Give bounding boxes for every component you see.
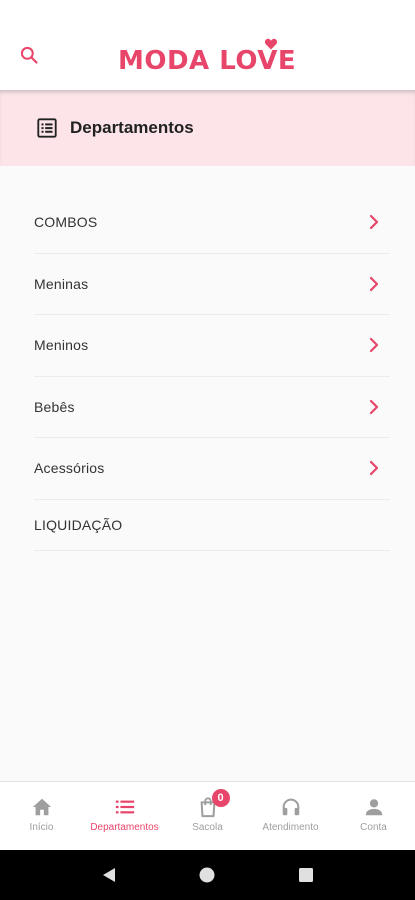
person-icon <box>365 799 382 816</box>
system-recents-button[interactable] <box>286 855 326 895</box>
search-icon <box>20 46 38 64</box>
chevron-right-icon <box>369 338 379 353</box>
category-label: COMBOS <box>34 214 98 231</box>
nav-item-inicio[interactable]: Início <box>0 782 83 850</box>
nav-label: Departamentos <box>90 822 159 833</box>
bottom-nav: Início Departamentos 0 Sacola Atendiment… <box>0 781 415 850</box>
category-label: Meninas <box>34 275 89 292</box>
system-nav-bar <box>0 850 415 900</box>
recents-icon <box>298 868 313 882</box>
cart-count-badge: 0 <box>211 789 230 807</box>
nav-label: Conta <box>360 822 387 833</box>
system-home-button[interactable] <box>187 855 227 895</box>
category-label: LIQUIDAÇÃO <box>34 516 123 533</box>
category-label: Meninos <box>34 337 89 354</box>
list-icon <box>115 800 134 814</box>
heart-icon <box>264 38 278 50</box>
app-screen: MODA LOVE Departamentos COMBOS Meninas M… <box>0 0 415 900</box>
category-list: COMBOS Meninas Meninos Bebês Acessórios … <box>0 192 415 551</box>
nav-label: Atendimento <box>262 822 319 833</box>
category-label: Acessórios <box>34 460 105 477</box>
chevron-right-icon <box>369 276 379 291</box>
category-item-meninos[interactable]: Meninos <box>34 315 390 377</box>
brand-name: MODA LOVE <box>118 46 297 76</box>
home-icon <box>32 798 51 816</box>
top-bar: MODA LOVE <box>0 0 415 90</box>
category-item-acessorios[interactable]: Acessórios <box>34 438 390 500</box>
list-alt-icon <box>37 118 57 138</box>
category-item-meninas[interactable]: Meninas <box>34 254 390 315</box>
nav-label: Sacola <box>192 822 223 833</box>
nav-item-sacola[interactable]: 0 Sacola <box>166 782 249 850</box>
nav-item-atendimento[interactable]: Atendimento <box>249 782 332 850</box>
brand-logo[interactable]: MODA LOVE <box>118 38 300 80</box>
section-header: Departamentos <box>0 90 415 166</box>
category-item-bebes[interactable]: Bebês <box>34 377 390 438</box>
nav-item-departamentos[interactable]: Departamentos <box>83 782 166 850</box>
back-icon <box>103 868 116 882</box>
search-button[interactable] <box>16 42 42 68</box>
home-circle-icon <box>199 867 215 883</box>
chevron-right-icon <box>369 399 379 414</box>
category-item-combos[interactable]: COMBOS <box>34 192 390 254</box>
page-title: Departamentos <box>70 118 194 137</box>
nav-item-conta[interactable]: Conta <box>332 782 415 850</box>
category-label: Bebês <box>34 398 75 415</box>
headset-icon <box>282 798 299 816</box>
nav-label: Início <box>29 822 54 833</box>
system-back-button[interactable] <box>89 855 129 895</box>
category-item-liquidacao[interactable]: LIQUIDAÇÃO <box>34 500 390 551</box>
chevron-right-icon <box>369 215 379 230</box>
chevron-right-icon <box>369 461 379 476</box>
